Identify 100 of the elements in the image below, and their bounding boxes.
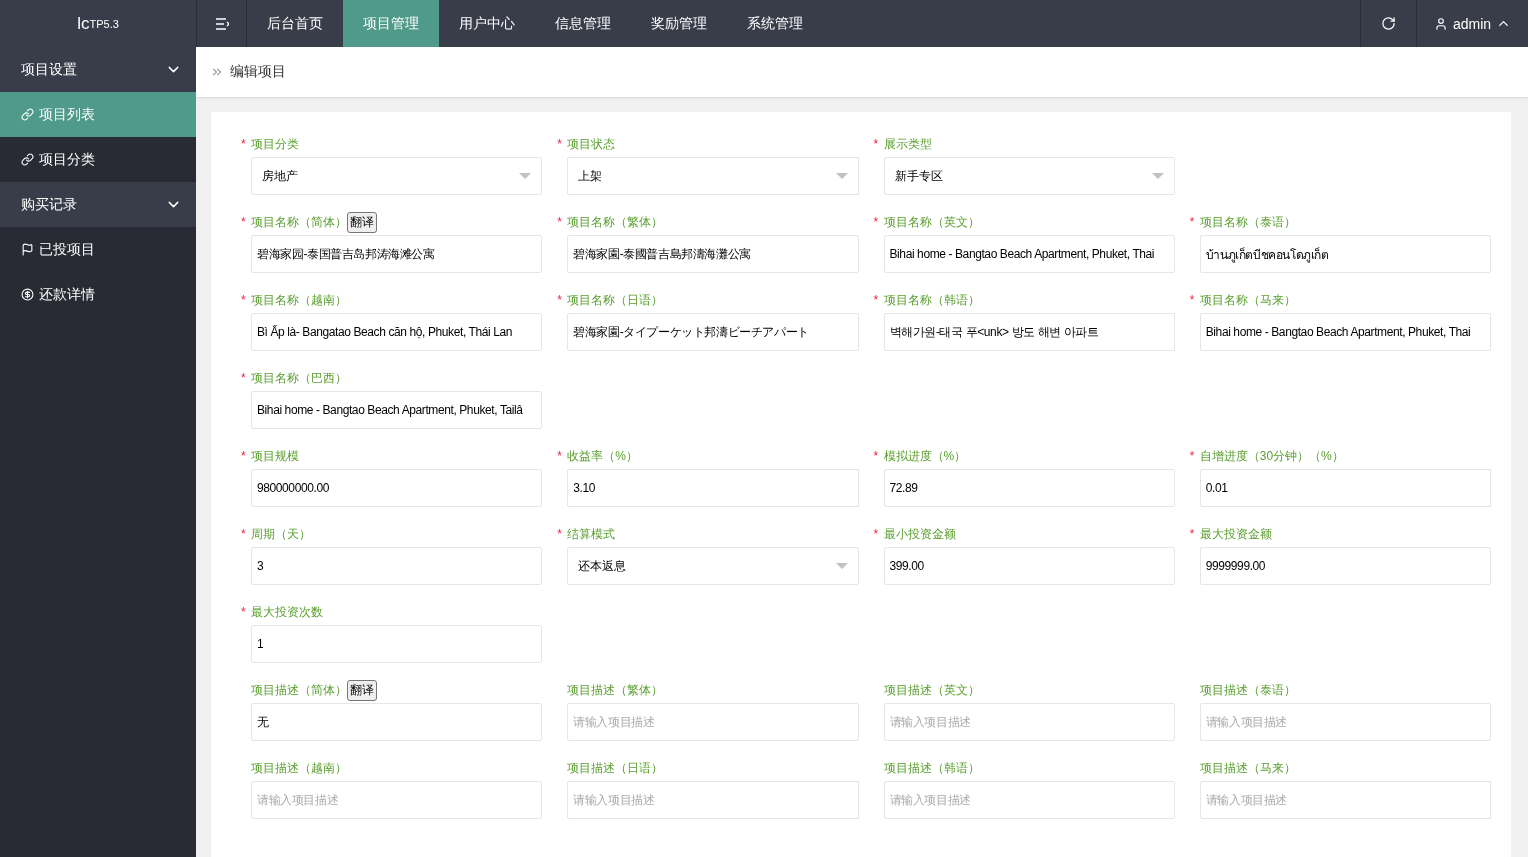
field-label: 项目名称（繁体） [567, 213, 664, 231]
required-mark: * [241, 215, 247, 229]
input-field[interactable]: 3.10 [567, 469, 859, 507]
required-mark: * [873, 215, 880, 229]
field-label: 最大投资次数 [251, 603, 323, 621]
chevrons-icon [210, 65, 224, 79]
breadcrumb-text: 编辑项目 [230, 63, 286, 81]
input-field[interactable]: 9999999.00 [1199, 547, 1491, 585]
required-mark: * [241, 527, 247, 541]
input-field[interactable]: Bihai home - Bangtao Beach Apartment, Phuket, Thai [1199, 313, 1491, 351]
input-field[interactable]: 399.00 [883, 547, 1175, 585]
field-label: 收益率（%） [567, 447, 638, 465]
field-label: 自增进度（30分钟）（%） [1199, 447, 1344, 465]
field-label: 项目描述（泰语） [1199, 681, 1296, 699]
required-mark: * [1189, 449, 1196, 463]
field-label: 最小投资金额 [883, 525, 956, 543]
input-field[interactable]: 请输入项目描述 [883, 703, 1175, 741]
input-field[interactable]: 碧海家园-泰国普吉岛邦涛海滩公寓 [251, 235, 543, 273]
required-mark: * [873, 137, 880, 151]
nav-tab[interactable]: 信息管理 [535, 0, 631, 47]
field-label: 项目分类 [251, 135, 299, 153]
input-field[interactable]: 980000000.00 [251, 469, 543, 507]
input-field[interactable]: 请输入项目描述 [567, 703, 859, 741]
required-mark: * [241, 371, 247, 385]
field-label: 项目描述（马来） [1199, 759, 1296, 777]
caret-icon [1151, 173, 1164, 179]
required-mark: * [557, 215, 563, 229]
required-mark: * [873, 449, 880, 463]
link-icon [21, 108, 34, 121]
sidebar-group[interactable]: 购买记录 [0, 182, 196, 227]
input-field[interactable]: Bì Ấp là- Bangatao Beach căn hộ, Phuket, Thái Lan [251, 313, 543, 351]
required-mark: * [241, 137, 247, 151]
nav-tab[interactable]: 奖励管理 [631, 0, 727, 47]
field-label: 项目名称（英文） [883, 213, 980, 231]
required-mark: * [873, 527, 880, 541]
flag-icon [21, 243, 34, 256]
link-icon [21, 153, 34, 166]
input-field[interactable]: บ้านภูเก็ตบีชคอนโดภูเก็ต [1199, 235, 1491, 273]
field-label: 周期（天） [251, 525, 311, 543]
select-field[interactable]: 还本返息 [567, 547, 859, 585]
input-field[interactable]: 碧海家園-タイプーケット邦濤ビーチアパート [567, 313, 859, 351]
required-mark: * [873, 293, 880, 307]
input-field[interactable]: 请输入项目描述 [251, 781, 543, 819]
input-field[interactable]: 1 [251, 625, 543, 663]
translate-button[interactable]: 翻译 [347, 679, 377, 701]
field-label: 展示类型 [883, 135, 932, 153]
required-mark: * [241, 449, 247, 463]
field-label: 项目描述（英文） [883, 681, 980, 699]
field-label: 项目名称（马来） [1199, 291, 1296, 309]
required-mark: * [1189, 215, 1196, 229]
field-label: 项目描述（越南） [251, 759, 347, 777]
sidebar-group[interactable]: 项目设置 [0, 47, 196, 92]
input-field[interactable]: 请输入项目描述 [1199, 703, 1491, 741]
required-mark: * [1189, 293, 1196, 307]
caret-icon [519, 173, 532, 179]
field-label: 项目名称（泰语） [1199, 213, 1296, 231]
select-field[interactable]: 上架 [567, 157, 859, 195]
nav-tab[interactable]: 用户中心 [439, 0, 535, 47]
caret-icon [835, 173, 848, 179]
field-label: 项目名称（韩语） [883, 291, 980, 309]
dollar-icon [21, 288, 34, 301]
required-mark: * [557, 449, 563, 463]
user-icon [1433, 16, 1448, 31]
field-label: 项目名称（简体） [251, 213, 347, 231]
field-label: 项目描述（简体） [251, 681, 347, 699]
field-label: 结算模式 [567, 525, 616, 543]
input-field[interactable]: 无 [251, 703, 543, 741]
required-mark: * [557, 137, 563, 151]
input-field[interactable]: 벽해가원-태국 푸<unk> 방도 해변 아파트 [883, 313, 1175, 351]
required-mark: * [241, 605, 247, 619]
input-field[interactable]: 3 [251, 547, 543, 585]
input-field[interactable]: 碧海家園-泰國普吉島邦濤海灘公寓 [567, 235, 859, 273]
input-field[interactable]: 0.01 [1199, 469, 1491, 507]
required-mark: * [1189, 527, 1196, 541]
field-label: 项目名称（日语） [567, 291, 664, 309]
field-label: 模拟进度（%） [883, 447, 967, 465]
field-label: 项目描述（日语） [567, 759, 664, 777]
nav-tab[interactable]: 后台首页 [247, 0, 343, 47]
select-field[interactable]: 房地产 [251, 157, 543, 195]
required-mark: * [557, 293, 563, 307]
nav-tab[interactable]: 系统管理 [727, 0, 823, 47]
field-label: 项目描述（韩语） [883, 759, 980, 777]
field-label: 最大投资金额 [1199, 525, 1272, 543]
field-label: 项目规模 [251, 447, 299, 465]
input-field[interactable]: Bihai home - Bangtao Beach Apartment, Phuket, Tailâ [251, 391, 543, 429]
field-label: 项目描述（繁体） [567, 681, 664, 699]
field-label: 项目名称（越南） [251, 291, 347, 309]
input-field[interactable]: 请输入项目描述 [1199, 781, 1491, 819]
input-field[interactable]: Bihai home - Bangtao Beach Apartment, Phuket, Thai [883, 235, 1175, 273]
input-field[interactable]: 请输入项目描述 [567, 781, 859, 819]
field-label: 项目名称（巴西） [251, 369, 347, 387]
required-mark: * [557, 527, 563, 541]
field-label: 项目状态 [567, 135, 616, 153]
refresh-icon [1381, 16, 1396, 31]
translate-button[interactable]: 翻译 [347, 211, 377, 233]
caret-icon [835, 563, 848, 569]
input-field[interactable]: 72.89 [883, 469, 1175, 507]
input-field[interactable]: 请输入项目描述 [883, 781, 1175, 819]
required-mark: * [241, 293, 247, 307]
select-field[interactable]: 新手专区 [883, 157, 1175, 195]
